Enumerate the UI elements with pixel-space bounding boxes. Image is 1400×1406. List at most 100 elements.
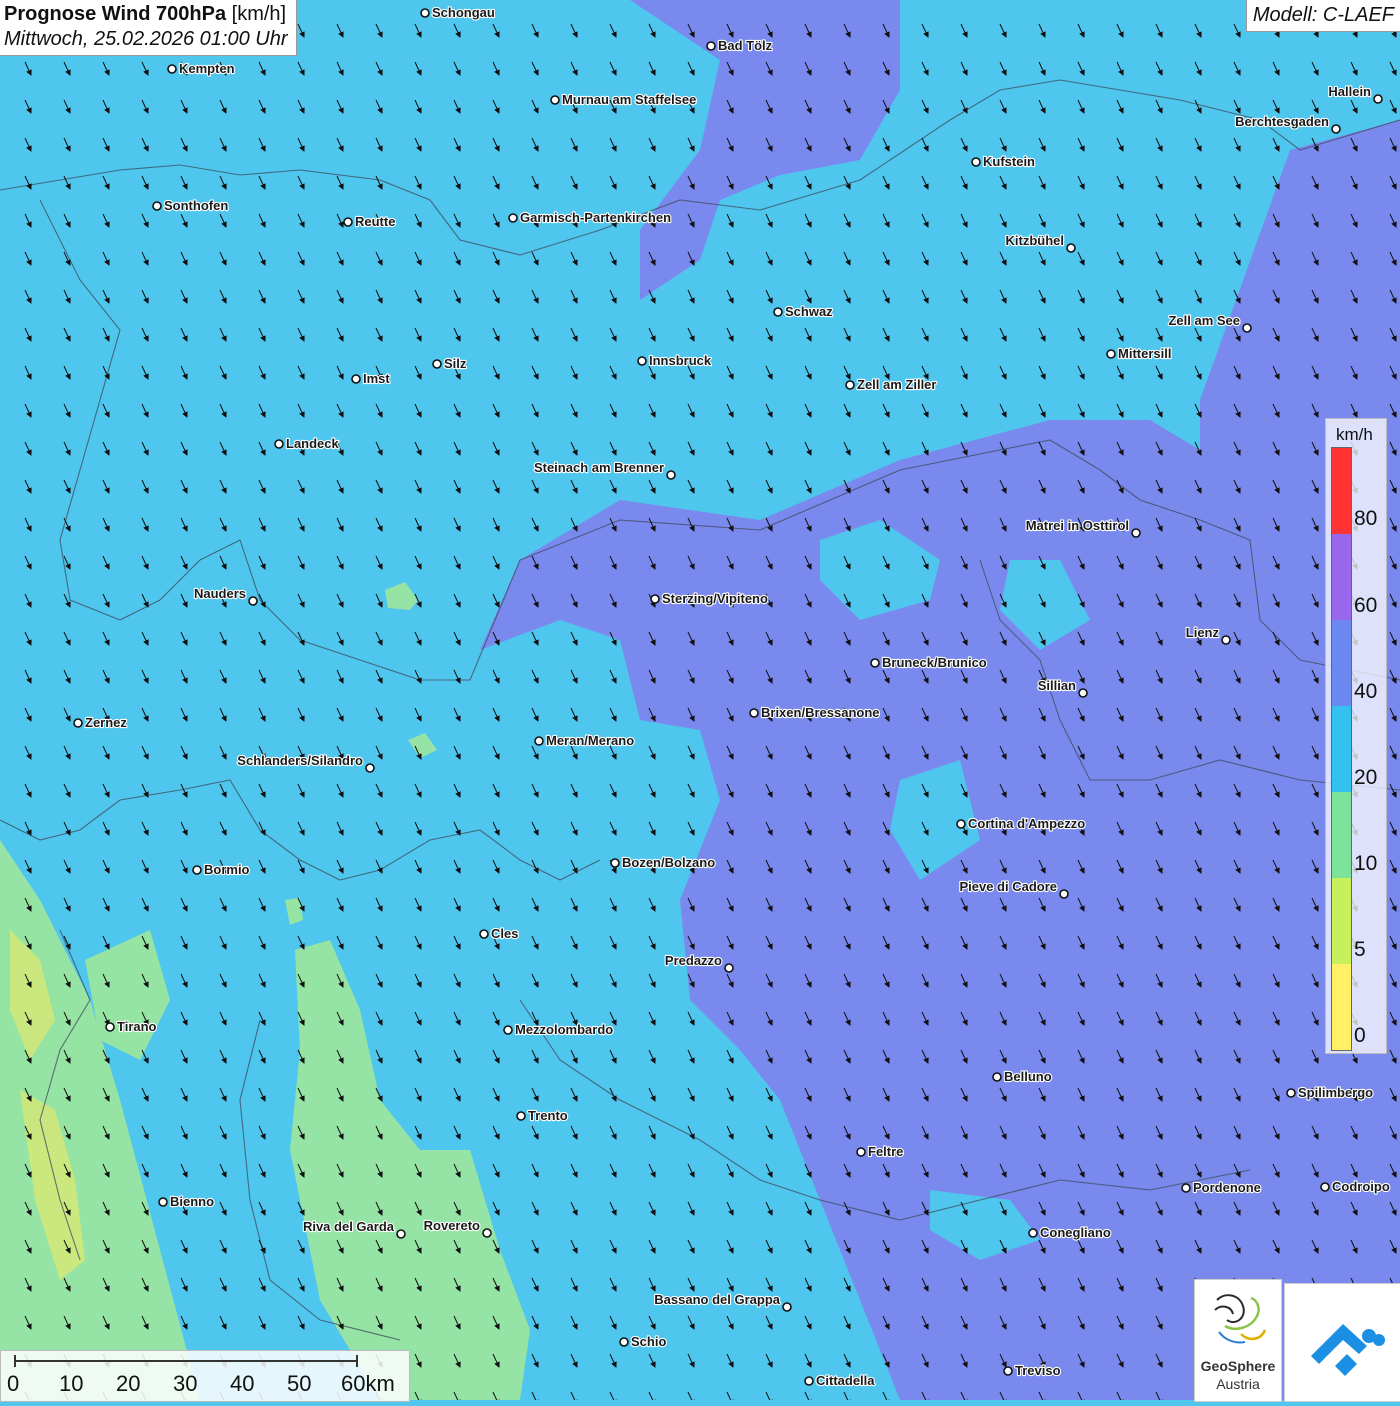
city-label[interactable]: Sonthofen [163, 197, 230, 214]
city-label[interactable]: Conegliano [1039, 1224, 1112, 1241]
city-label[interactable]: Schlanders/Silandro [236, 752, 364, 769]
city-label[interactable]: Bruneck/Brunico [881, 654, 988, 671]
city-label[interactable]: Brixen/Bressanone [760, 704, 881, 721]
city-label[interactable]: Meran/Merano [545, 732, 635, 749]
city-marker-icon[interactable] [1181, 1183, 1191, 1193]
city-marker-icon[interactable] [105, 1022, 115, 1032]
city-marker-icon[interactable] [343, 217, 353, 227]
city-label[interactable]: Spilimbergo [1297, 1084, 1374, 1101]
city-marker-icon[interactable] [724, 963, 734, 973]
city-marker-icon[interactable] [782, 1302, 792, 1312]
city-label[interactable]: Nauders [193, 585, 247, 602]
city-marker-icon[interactable] [248, 596, 258, 606]
city-label[interactable]: Schio [630, 1333, 668, 1350]
city-label[interactable]: Sterzing/Vipiteno [661, 590, 769, 607]
city-marker-icon[interactable] [152, 201, 162, 211]
city-label[interactable]: Bad Tölz [717, 37, 774, 54]
city-marker-icon[interactable] [666, 470, 676, 480]
city-label[interactable]: Kempten [178, 60, 236, 77]
city-label[interactable]: Cortina d'Ampezzo [967, 815, 1086, 832]
city-marker-icon[interactable] [73, 718, 83, 728]
city-label[interactable]: Innsbruck [648, 352, 713, 369]
wind-map[interactable]: Schongau Bad Tölz Kempten Murnau am Staffel… [0, 0, 1400, 1400]
city-label[interactable]: Lienz [1185, 624, 1221, 641]
city-label[interactable]: Bassano del Grappa [653, 1291, 782, 1308]
city-label[interactable]: Schongau [431, 4, 496, 21]
city-marker-icon[interactable] [396, 1229, 406, 1239]
city-marker-icon[interactable] [1242, 323, 1252, 333]
city-marker-icon[interactable] [610, 858, 620, 868]
city-label[interactable]: Pieve di Cadore [958, 878, 1058, 895]
city-label[interactable]: Pordenone [1192, 1179, 1262, 1196]
city-marker-icon[interactable] [749, 708, 759, 718]
city-label[interactable]: Predazzo [664, 952, 723, 969]
city-marker-icon[interactable] [1028, 1228, 1038, 1238]
city-label[interactable]: Zernez [84, 714, 129, 731]
city-marker-icon[interactable] [1066, 243, 1076, 253]
city-marker-icon[interactable] [773, 307, 783, 317]
city-label[interactable]: Riva del Garda [302, 1218, 396, 1235]
city-label[interactable]: Codroipo [1331, 1178, 1391, 1195]
city-marker-icon[interactable] [482, 1228, 492, 1238]
city-label[interactable]: Trento [527, 1107, 569, 1124]
city-marker-icon[interactable] [637, 356, 647, 366]
city-marker-icon[interactable] [1003, 1366, 1013, 1376]
city-label[interactable]: Treviso [1014, 1362, 1062, 1379]
city-marker-icon[interactable] [804, 1376, 814, 1386]
city-label[interactable]: Cles [490, 925, 520, 942]
city-label[interactable]: Feltre [867, 1143, 905, 1160]
city-label[interactable]: Reutte [354, 213, 397, 230]
weather-app-logo[interactable] [1284, 1283, 1400, 1402]
city-label[interactable]: Bienno [169, 1193, 215, 1210]
city-marker-icon[interactable] [619, 1337, 629, 1347]
city-marker-icon[interactable] [351, 374, 361, 384]
city-label[interactable]: Hallein [1327, 83, 1372, 100]
city-marker-icon[interactable] [516, 1111, 526, 1121]
city-label[interactable]: Mittersill [1117, 345, 1173, 362]
city-marker-icon[interactable] [870, 658, 880, 668]
city-marker-icon[interactable] [706, 41, 716, 51]
city-marker-icon[interactable] [534, 736, 544, 746]
city-marker-icon[interactable] [158, 1197, 168, 1207]
city-label[interactable]: Mezzolombardo [514, 1021, 614, 1038]
city-label[interactable]: Rovereto [423, 1217, 482, 1234]
city-marker-icon[interactable] [650, 594, 660, 604]
city-marker-icon[interactable] [1059, 889, 1069, 899]
city-marker-icon[interactable] [856, 1147, 866, 1157]
city-marker-icon[interactable] [550, 95, 560, 105]
city-marker-icon[interactable] [1331, 124, 1341, 134]
city-marker-icon[interactable] [992, 1072, 1002, 1082]
city-label[interactable]: Murnau am Staffelsee [561, 91, 698, 108]
city-marker-icon[interactable] [508, 213, 518, 223]
city-label[interactable]: Imst [362, 370, 392, 387]
city-label[interactable]: Bormio [203, 861, 251, 878]
city-marker-icon[interactable] [503, 1025, 513, 1035]
city-marker-icon[interactable] [1286, 1088, 1296, 1098]
city-marker-icon[interactable] [1078, 688, 1088, 698]
city-label[interactable]: Belluno [1003, 1068, 1053, 1085]
city-label[interactable]: Sillian [1037, 677, 1078, 694]
city-marker-icon[interactable] [1373, 94, 1383, 104]
city-marker-icon[interactable] [1320, 1182, 1330, 1192]
city-label[interactable]: Matrei in Osttirol [1025, 517, 1130, 534]
city-marker-icon[interactable] [845, 380, 855, 390]
city-marker-icon[interactable] [479, 929, 489, 939]
city-marker-icon[interactable] [365, 763, 375, 773]
city-label[interactable]: Silz [443, 355, 468, 372]
city-marker-icon[interactable] [1221, 635, 1231, 645]
geosphere-logo[interactable]: GeoSphere Austria [1194, 1279, 1282, 1402]
city-label[interactable]: Schwaz [784, 303, 834, 320]
city-label[interactable]: Bozen/Bolzano [621, 854, 716, 871]
city-label[interactable]: Kitzbühel [1004, 232, 1065, 249]
city-marker-icon[interactable] [1131, 528, 1141, 538]
city-label[interactable]: Landeck [285, 435, 341, 452]
city-marker-icon[interactable] [420, 8, 430, 18]
city-marker-icon[interactable] [971, 157, 981, 167]
city-marker-icon[interactable] [956, 819, 966, 829]
city-label[interactable]: Zell am Ziller [856, 376, 938, 393]
city-label[interactable]: Garmisch-Partenkirchen [519, 209, 672, 226]
city-label[interactable]: Steinach am Brenner [533, 459, 665, 476]
city-label[interactable]: Zell am See [1167, 312, 1241, 329]
city-label[interactable]: Tirano [116, 1018, 158, 1035]
city-marker-icon[interactable] [1106, 349, 1116, 359]
